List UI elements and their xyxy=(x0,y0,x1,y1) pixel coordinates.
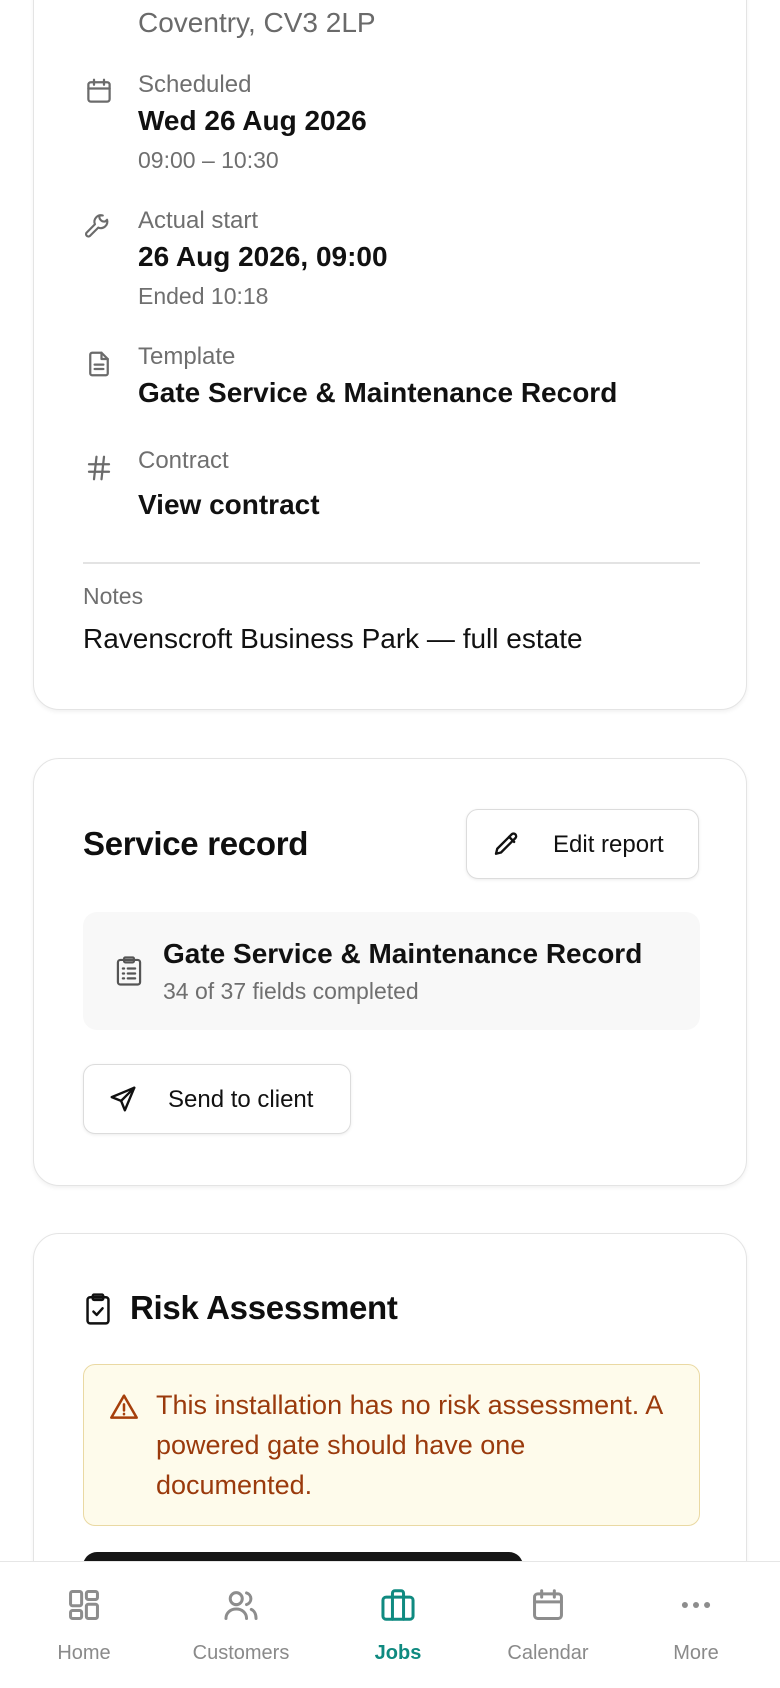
report-form-title: Gate Service & Maintenance Record xyxy=(163,938,643,969)
scheduled-time: 09:00 – 10:30 xyxy=(138,147,279,173)
view-contract-link[interactable]: View contract xyxy=(138,489,320,521)
risk-warning-banner: This installation has no risk assessment… xyxy=(83,1364,700,1526)
notes-label: Notes xyxy=(83,583,144,609)
ended-time: Ended 10:18 xyxy=(138,283,269,309)
contract-label: Contract xyxy=(138,447,229,474)
report-form-progress: 34 of 37 fields completed xyxy=(163,978,419,1004)
tab-more-label: More xyxy=(673,1642,719,1664)
send-to-client-label: Send to client xyxy=(168,1086,314,1113)
clipboard-check-icon xyxy=(83,1292,113,1326)
send-to-client-button[interactable]: Send to client xyxy=(83,1064,351,1134)
section-title-service-record: Service record xyxy=(83,825,309,862)
report-form-item[interactable]: Gate Service & Maintenance Record 34 of … xyxy=(83,912,700,1030)
pencil-icon xyxy=(491,830,521,860)
tab-jobs[interactable]: Jobs xyxy=(320,1562,476,1688)
notes-value: Ravenscroft Business Park — full estate xyxy=(83,623,583,654)
clipboard-list-icon xyxy=(115,955,143,987)
template-value: Gate Service & Maintenance Record xyxy=(138,377,618,408)
tab-home-label: Home xyxy=(57,1642,111,1664)
tab-home[interactable]: Home xyxy=(6,1562,162,1688)
address-line: Coventry, CV3 2LP xyxy=(138,7,376,38)
hash-icon xyxy=(84,453,114,483)
edit-report-label: Edit report xyxy=(553,831,664,858)
briefcase-icon xyxy=(379,1586,417,1624)
tab-calendar[interactable]: Calendar xyxy=(470,1562,626,1688)
risk-warning-text: This installation has no risk assessment… xyxy=(156,1390,662,1500)
grid-icon xyxy=(65,1586,103,1624)
tab-more[interactable]: More xyxy=(618,1562,774,1688)
wrench-icon xyxy=(84,211,114,241)
warning-icon xyxy=(108,1391,140,1423)
bottom-tab-bar: Home Customers Jobs Calendar More xyxy=(0,1561,780,1688)
actual-start-value: 26 Aug 2026, 09:00 xyxy=(138,241,388,272)
more-icon xyxy=(677,1586,715,1624)
calendar-icon xyxy=(529,1586,567,1624)
tab-customers-label: Customers xyxy=(192,1642,290,1664)
tab-customers[interactable]: Customers xyxy=(163,1562,319,1688)
template-label: Template xyxy=(138,343,236,370)
divider xyxy=(83,562,700,564)
document-icon xyxy=(84,349,114,379)
tab-jobs-label: Jobs xyxy=(374,1642,422,1664)
send-icon xyxy=(108,1084,138,1114)
calendar-icon xyxy=(84,76,114,106)
service-record-card: Service record Edit report Gate Service … xyxy=(33,758,747,1186)
users-icon xyxy=(222,1586,260,1624)
actual-start-label: Actual start xyxy=(138,207,259,234)
tab-calendar-label: Calendar xyxy=(507,1642,589,1664)
edit-report-button[interactable]: Edit report xyxy=(466,809,699,879)
scheduled-label: Scheduled xyxy=(138,71,252,98)
scheduled-date: Wed 26 Aug 2026 xyxy=(138,105,367,136)
job-details-card: Coventry, CV3 2LP Scheduled Wed 26 Aug 2… xyxy=(33,0,747,710)
section-title-risk-assessment: Risk Assessment xyxy=(130,1289,398,1326)
